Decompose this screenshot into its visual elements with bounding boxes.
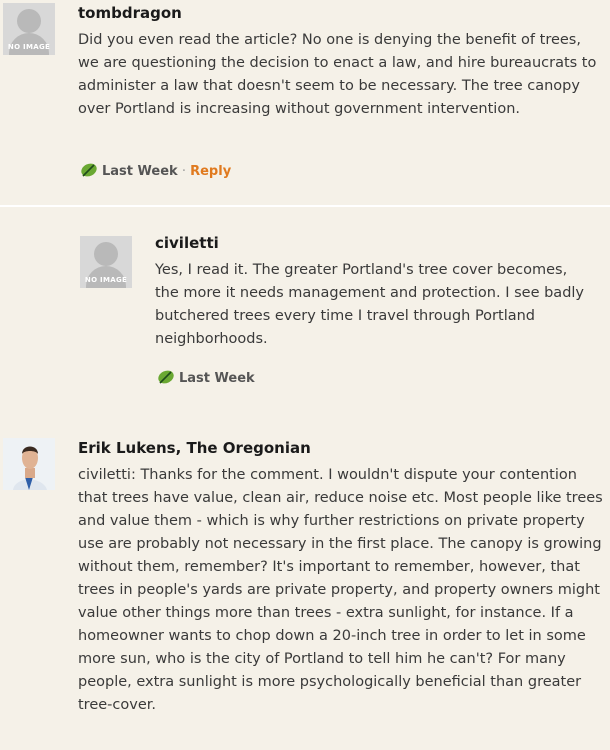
comment-username[interactable]: civiletti: [155, 234, 219, 252]
meta-separator: ·: [177, 164, 191, 179]
comment-username[interactable]: tombdragon: [78, 4, 182, 22]
avatar-label: NO IMAGE: [84, 276, 128, 284]
avatar[interactable]: NO IMAGE: [80, 236, 132, 288]
reply-link[interactable]: Reply: [190, 164, 231, 179]
comment-timestamp[interactable]: Last Week: [102, 164, 178, 179]
comment-username[interactable]: Erik Lukens, The Oregonian: [78, 439, 311, 457]
comment-text: Yes, I read it. The greater Portland's t…: [155, 262, 585, 347]
leaf-icon: [157, 369, 175, 389]
author-photo[interactable]: [3, 438, 55, 490]
comment-timestamp[interactable]: Last Week: [179, 371, 255, 386]
avatar-label: NO IMAGE: [7, 43, 51, 51]
comment: Erik Lukens, The Oregonian civiletti: Th…: [0, 412, 610, 750]
comment-text: Did you even read the article? No one is…: [78, 32, 597, 117]
comment-meta: Last Week: [157, 369, 255, 389]
leaf-icon: [80, 162, 98, 182]
avatar[interactable]: NO IMAGE: [3, 3, 55, 55]
comment-meta: Last Week · Reply: [80, 162, 231, 182]
comment: NO IMAGE tombdragon Did you even read th…: [0, 0, 610, 205]
comment-text: civiletti: Thanks for the comment. I wou…: [78, 467, 603, 713]
comment-reply: NO IMAGE civiletti Yes, I read it. The g…: [0, 205, 610, 414]
